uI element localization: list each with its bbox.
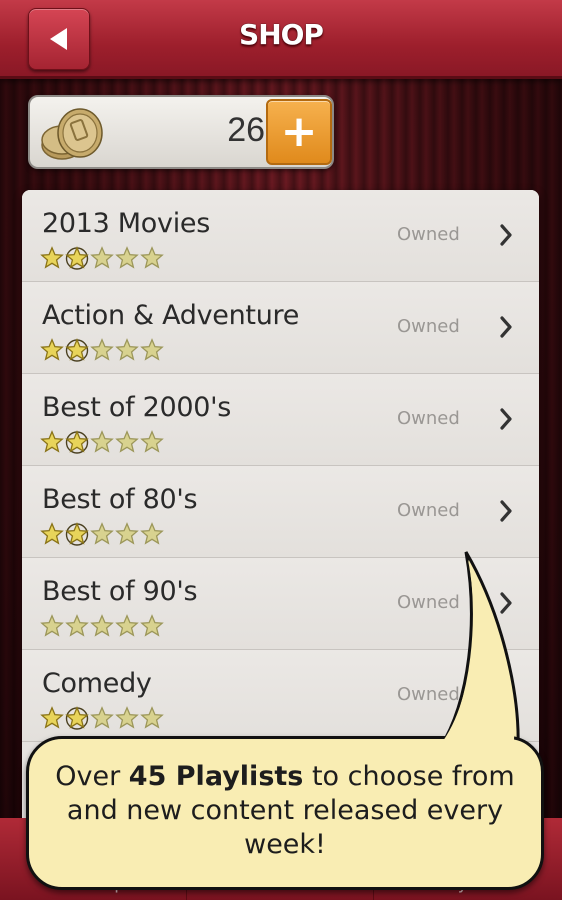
- playlist-name: Action & Adventure: [42, 300, 300, 331]
- star-icon: [140, 614, 164, 637]
- playlist-row[interactable]: Best of 90's Owned: [22, 558, 539, 650]
- owned-status: Owned: [397, 500, 460, 521]
- star-icon: [140, 246, 164, 269]
- star-icon: [115, 614, 139, 637]
- tab-label: Playlists: [432, 874, 502, 894]
- star-icon: [90, 338, 114, 361]
- star-icon: [90, 706, 114, 729]
- add-coins-button[interactable]: +: [266, 99, 332, 165]
- playlist-row[interactable]: Action & Adventure Owned: [22, 282, 539, 374]
- playlist-row[interactable]: 2013 Movies Owned: [22, 190, 539, 282]
- playlist-row[interactable]: Best of 80's Owned: [22, 466, 539, 558]
- star-icon: [65, 706, 89, 730]
- star-icon: [40, 430, 64, 453]
- plus-icon: +: [280, 106, 318, 157]
- star-icon: [140, 522, 164, 545]
- owned-status: Owned: [397, 592, 460, 613]
- coin-count: 266: [227, 111, 284, 149]
- coin-balance: 266 +: [28, 95, 334, 169]
- chevron-right-icon: [500, 684, 512, 706]
- star-icon: [140, 430, 164, 453]
- chevron-right-icon: [500, 224, 512, 246]
- chevron-right-icon: [500, 316, 512, 338]
- tab-coins[interactable]: Coins: [187, 818, 374, 900]
- playlist-name: Best of 80's: [42, 484, 198, 515]
- star-icon: [40, 338, 64, 361]
- chevron-right-icon: [500, 592, 512, 614]
- star-icon: [140, 706, 164, 729]
- star-icon: [115, 246, 139, 269]
- playlist-list: 2013 Movies Owned Action & Adventure Owned B…: [22, 190, 539, 830]
- playlist-name: Comedy: [42, 668, 152, 699]
- playlist-name: 2013 Movies: [42, 208, 210, 239]
- star-icon: [115, 522, 139, 545]
- tab-powerups[interactable]: Powerups: [0, 818, 187, 900]
- star-icon: [115, 430, 139, 453]
- star-icon: [115, 338, 139, 361]
- star-icon: [65, 614, 89, 637]
- star-icon: [40, 522, 64, 545]
- star-icon: [65, 430, 89, 454]
- tab-label: Coins: [256, 874, 304, 894]
- star-icon: [115, 706, 139, 729]
- star-rating: [40, 338, 165, 362]
- star-icon: [65, 246, 89, 270]
- tab-playlists[interactable]: Playlists: [374, 818, 560, 900]
- playlist-name: Best of 2000's: [42, 392, 231, 423]
- star-icon: [65, 338, 89, 362]
- chevron-right-icon: [500, 408, 512, 430]
- star-icon: [90, 430, 114, 453]
- owned-status: Owned: [397, 316, 460, 337]
- star-icon: [40, 706, 64, 729]
- star-rating: [40, 246, 165, 270]
- star-rating: [40, 430, 165, 454]
- page-title: SHOP: [239, 18, 324, 51]
- star-icon: [40, 614, 64, 637]
- star-icon: [90, 522, 114, 545]
- tab-label: Powerups: [52, 874, 134, 894]
- playlist-name: Best of 90's: [42, 576, 198, 607]
- star-rating: [40, 706, 165, 730]
- coin-stack-icon: [41, 108, 103, 160]
- owned-status: Owned: [397, 224, 460, 245]
- owned-status: Owned: [397, 408, 460, 429]
- playlist-row[interactable]: Comedy Owned: [22, 650, 539, 742]
- star-rating: [40, 614, 165, 638]
- playlist-row[interactable]: Best of 2000's Owned: [22, 374, 539, 466]
- star-icon: [65, 522, 89, 546]
- star-icon: [140, 338, 164, 361]
- chevron-right-icon: [500, 500, 512, 522]
- star-rating: [40, 522, 165, 546]
- star-icon: [40, 246, 64, 269]
- bottom-tab-bar: Powerups Coins Playlists: [0, 818, 562, 900]
- star-icon: [90, 246, 114, 269]
- owned-status: Owned: [397, 684, 460, 705]
- header-bar: SHOP: [0, 0, 562, 79]
- star-icon: [90, 614, 114, 637]
